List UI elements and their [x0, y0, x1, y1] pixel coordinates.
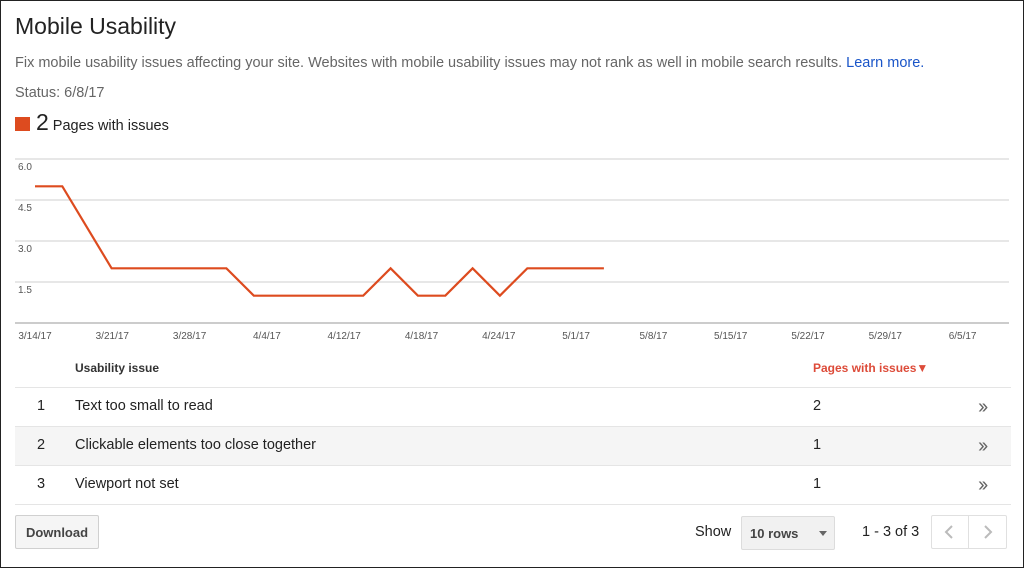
double-chevron-right-icon[interactable]: ›› — [978, 435, 988, 458]
pagination-range: 1 - 3 of 3 — [862, 524, 920, 540]
row-issue: Viewport not set — [75, 476, 179, 492]
table-row[interactable]: 1 Text too small to read 2 ›› — [15, 388, 1011, 427]
x-tick-label: 4/12/17 — [328, 331, 362, 342]
previous-page-button[interactable] — [931, 515, 969, 549]
pages-with-issues-chart: 6.0 4.5 3.0 1.5 3/14/17 3/21/17 3/28/17 4/4/17 4… — [15, 158, 1009, 342]
row-pages: 2 — [813, 398, 822, 414]
rows-per-page-select[interactable]: 10 rows — [741, 516, 835, 550]
rows-per-page-value: 10 rows — [750, 526, 799, 541]
x-tick-label: 3/28/17 — [173, 331, 207, 342]
double-chevron-right-icon[interactable]: ›› — [978, 474, 988, 497]
x-tick-label: 4/4/17 — [253, 331, 281, 342]
column-header-pages-sort[interactable]: Pages with issues▼ — [813, 361, 928, 375]
x-tick-label: 5/1/17 — [562, 331, 590, 342]
row-pages: 1 — [813, 476, 822, 492]
x-tick-label: 5/8/17 — [639, 331, 667, 342]
y-tick-label: 3.0 — [18, 244, 32, 255]
x-tick-label: 5/29/17 — [869, 331, 903, 342]
legend-swatch — [15, 117, 30, 131]
x-tick-label: 5/22/17 — [791, 331, 825, 342]
row-number: 1 — [37, 398, 46, 414]
description: Fix mobile usability issues affecting yo… — [15, 55, 924, 71]
table-row[interactable]: 2 Clickable elements too close together … — [15, 427, 1011, 466]
issues-table: Usability issue Pages with issues▼ 1 Tex… — [15, 349, 1011, 505]
legend-label: Pages with issues — [52, 118, 169, 134]
chevron-left-icon — [944, 525, 953, 539]
table-header: Usability issue Pages with issues▼ — [15, 349, 1011, 388]
learn-more-link[interactable]: Learn more. — [846, 55, 924, 71]
table-row[interactable]: 3 Viewport not set 1 ›› — [15, 466, 1011, 505]
x-tick-label: 4/18/17 — [405, 331, 439, 342]
y-tick-label: 6.0 — [18, 162, 32, 173]
double-chevron-right-icon[interactable]: ›› — [978, 396, 988, 419]
mobile-usability-panel: Mobile Usability Fix mobile usability is… — [0, 0, 1024, 568]
caret-down-icon — [819, 531, 827, 536]
x-tick-label: 4/24/17 — [482, 331, 516, 342]
chevron-right-icon — [983, 525, 992, 539]
row-number: 2 — [37, 437, 46, 453]
row-pages: 1 — [813, 437, 822, 453]
row-number: 3 — [37, 476, 46, 492]
y-tick-label: 1.5 — [18, 285, 32, 296]
next-page-button[interactable] — [969, 515, 1007, 549]
description-text: Fix mobile usability issues affecting yo… — [15, 55, 843, 71]
y-tick-label: 4.5 — [18, 203, 32, 214]
x-tick-label: 5/15/17 — [714, 331, 748, 342]
status-text: Status: 6/8/17 — [15, 85, 105, 101]
x-tick-label: 3/21/17 — [96, 331, 130, 342]
column-header-issue: Usability issue — [75, 361, 160, 375]
x-tick-label: 6/5/17 — [949, 331, 977, 342]
x-tick-label: 3/14/17 — [18, 331, 52, 342]
row-issue: Clickable elements too close together — [75, 437, 316, 453]
page-title: Mobile Usability — [15, 13, 177, 39]
show-label: Show — [695, 524, 732, 540]
legend-count: 2 — [36, 109, 49, 135]
download-button[interactable]: Download — [15, 515, 99, 549]
row-issue: Text too small to read — [75, 398, 213, 414]
chart-legend: 2 Pages with issues — [15, 109, 169, 136]
